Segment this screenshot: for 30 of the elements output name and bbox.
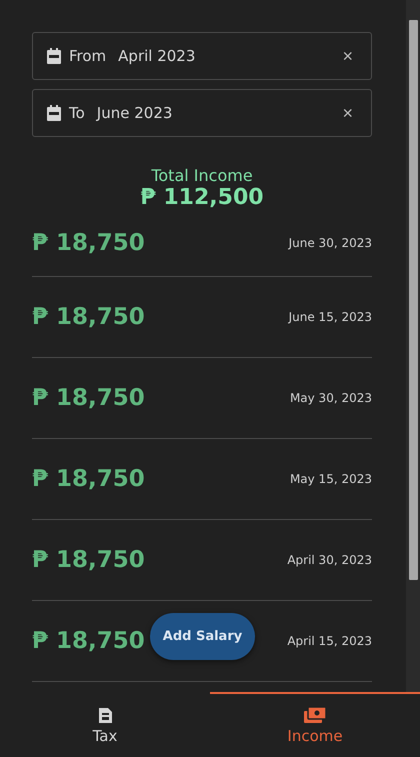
clear-button[interactable]: × <box>338 102 357 124</box>
total-amount: ₱ 112,500 <box>140 185 264 210</box>
scrollbar[interactable] <box>406 0 420 692</box>
field-value: April 2023 <box>118 47 196 65</box>
income-date: June 30, 2023 <box>288 236 372 250</box>
date-field[interactable]: From April 2023 × <box>32 32 372 80</box>
clear-button[interactable]: × <box>338 46 357 66</box>
income-amount: ₱ 18,750 <box>32 304 145 330</box>
document-icon <box>98 706 112 722</box>
money-icon <box>304 706 326 722</box>
income-amount: ₱ 18,750 <box>32 466 145 492</box>
date-field[interactable]: To June 2023 × <box>32 89 372 137</box>
income-amount: ₱ 18,750 <box>32 547 145 573</box>
income-amount: ₱ 18,750 <box>32 628 145 654</box>
income-amount: ₱ 18,750 <box>32 230 145 256</box>
income-date: April 30, 2023 <box>287 553 372 567</box>
income-date: May 30, 2023 <box>290 391 372 405</box>
add-salary-button[interactable]: Add Salary <box>150 613 255 660</box>
calendar-icon <box>47 48 61 64</box>
nav-tab[interactable]: Tax <box>0 692 210 757</box>
field-label: To <box>69 104 85 122</box>
income-amount: ₱ 18,750 <box>32 385 145 411</box>
field-label: From <box>69 47 106 65</box>
income-date: June 15, 2023 <box>288 310 372 324</box>
calendar-icon <box>47 105 61 121</box>
field-value: June 2023 <box>96 104 174 122</box>
nav-tab[interactable]: Income <box>210 692 420 757</box>
income-date: May 15, 2023 <box>290 472 372 486</box>
total-label: Total Income <box>151 166 253 185</box>
income-date: April 15, 2023 <box>287 634 372 648</box>
